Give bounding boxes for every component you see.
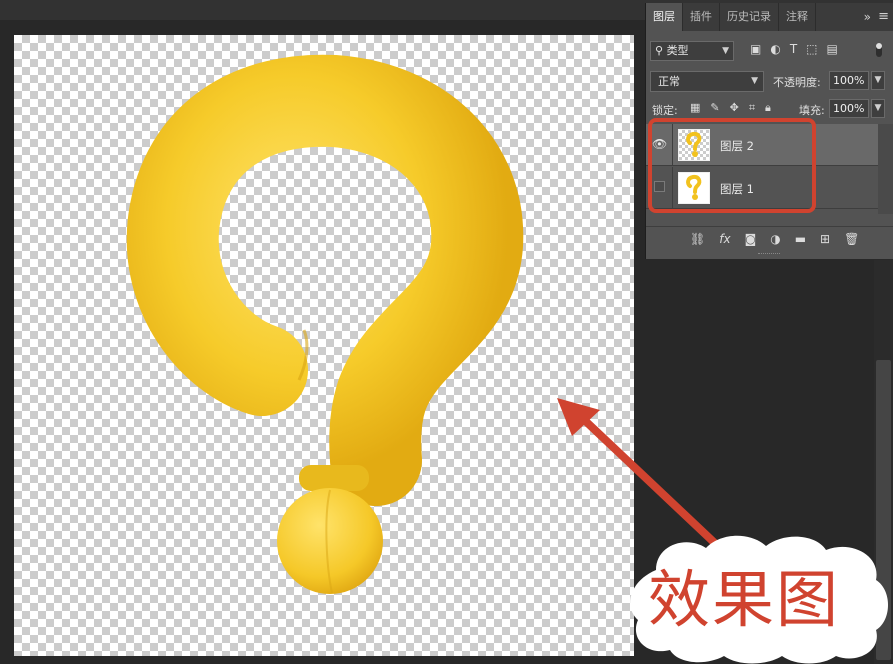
tab-history[interactable]: 历史记录 — [720, 3, 779, 31]
layer-thumbnail — [678, 129, 710, 161]
blend-row: 正常 ▼ 不透明度: 100% ▼ — [646, 69, 893, 93]
lock-pixels-icon[interactable]: ✎ — [710, 101, 719, 115]
layer-name[interactable]: 图层 1 — [720, 181, 754, 197]
text-filter-icon[interactable]: T — [790, 42, 797, 56]
fill-chevron-icon[interactable]: ▼ — [871, 99, 885, 118]
lock-all-icon[interactable]: 🔒︎ — [765, 101, 771, 115]
opacity-chevron-icon[interactable]: ▼ — [871, 71, 885, 90]
layers-panel: 图层 插件 历史记录 注释 » ≡ ⚲ 类型 ▼ ▣ ◐ T ⬚ ▤ 正常 ▼ … — [645, 3, 893, 259]
adjustment-icon[interactable]: ◑ — [770, 232, 780, 246]
tab-plugins[interactable]: 插件 — [683, 3, 720, 31]
filter-icons: ▣ ◐ T ⬚ ▤ — [750, 42, 838, 56]
lock-icons: ▦ ✎ ✥ ⌗ 🔒︎ — [690, 101, 771, 115]
expand-panels-icon[interactable]: » — [864, 3, 871, 31]
chevron-down-icon: ▼ — [751, 76, 758, 86]
question-mark-image — [126, 54, 524, 594]
layer-row-1[interactable]: 图层 1 — [646, 167, 878, 209]
new-layer-icon[interactable]: ⊞ — [820, 232, 830, 246]
trash-icon[interactable]: 🗑︎ — [844, 232, 859, 246]
image-filter-icon[interactable]: ▣ — [750, 42, 761, 56]
opacity-label: 不透明度: — [773, 76, 821, 89]
layer-row-2[interactable]: 👁︎ 图层 2 — [646, 124, 878, 166]
lock-position-icon[interactable]: ✥ — [730, 101, 739, 115]
blend-mode-select[interactable]: 正常 ▼ — [650, 71, 764, 92]
annotation-label: 效果图 — [648, 563, 841, 636]
filter-toggle[interactable] — [876, 43, 882, 57]
chevron-down-icon: ▼ — [722, 46, 729, 56]
question-mark-thumb-icon — [686, 131, 702, 157]
layers-bottom-bar: ⛓︎ fx ◙ ◑ ▬ ⊞ 🗑︎ — [646, 226, 893, 252]
lock-row: 锁定: ▦ ✎ ✥ ⌗ 🔒︎ 填充: 100% ▼ — [646, 97, 893, 121]
fill-label: 填充: — [799, 104, 825, 117]
filter-value: 类型 — [666, 44, 689, 57]
lock-label: 锁定: — [652, 104, 678, 117]
shape-filter-icon[interactable]: ⬚ — [806, 42, 817, 56]
smart-object-filter-icon[interactable]: ▤ — [827, 42, 838, 56]
bottom-icons: ⛓︎ fx ◙ ◑ ▬ ⊞ 🗑︎ — [690, 232, 859, 246]
adjustment-filter-icon[interactable]: ◐ — [770, 42, 780, 56]
layer-list: 👁︎ 图层 2 图层 1 — [646, 124, 878, 214]
tab-layers[interactable]: 图层 — [646, 3, 683, 31]
layer-thumbnail — [678, 172, 710, 204]
lock-artboard-icon[interactable]: ⌗ — [749, 101, 755, 115]
folder-icon[interactable]: ▬ — [795, 232, 806, 246]
panel-resize-grip[interactable] — [758, 253, 780, 257]
mask-icon[interactable]: ◙ — [745, 232, 757, 246]
lock-transparency-icon[interactable]: ▦ — [690, 101, 700, 115]
fx-icon[interactable]: fx — [719, 232, 730, 246]
opacity-input[interactable]: 100% — [829, 71, 869, 90]
layer-name[interactable]: 图层 2 — [720, 138, 754, 154]
filter-row: ⚲ 类型 ▼ ▣ ◐ T ⬚ ▤ — [646, 39, 893, 63]
visibility-off-box[interactable] — [654, 181, 665, 192]
layer-list-scrollbar[interactable] — [878, 124, 893, 214]
question-mark-thumb-icon — [686, 174, 702, 200]
panel-menu-icon[interactable]: ≡ — [878, 3, 889, 31]
panel-tabs: 图层 插件 历史记录 注释 » ≡ — [646, 3, 893, 31]
eye-icon[interactable]: 👁︎ — [652, 137, 667, 151]
layer-filter-select[interactable]: ⚲ 类型 ▼ — [650, 41, 734, 61]
tab-notes[interactable]: 注释 — [779, 3, 816, 31]
fill-input[interactable]: 100% — [829, 99, 869, 118]
search-icon: ⚲ — [655, 44, 664, 57]
blend-mode-value: 正常 — [658, 75, 680, 88]
link-icon[interactable]: ⛓︎ — [690, 232, 705, 246]
